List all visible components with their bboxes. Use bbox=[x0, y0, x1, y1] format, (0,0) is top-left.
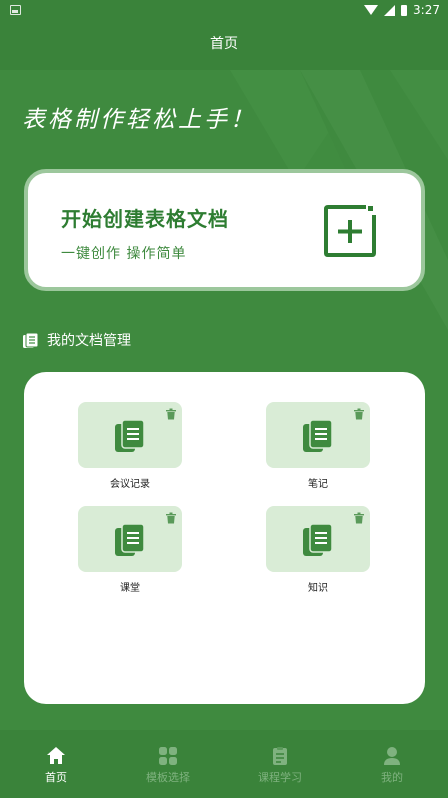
battery-icon bbox=[401, 4, 408, 16]
document-name: 知识 bbox=[308, 583, 328, 594]
document-item[interactable]: 笔记 bbox=[266, 402, 370, 490]
create-document-card[interactable]: 开始创建表格文档 一键创作 操作简单 bbox=[24, 169, 425, 291]
document-icon bbox=[303, 523, 333, 556]
tab-courses[interactable]: 课程学习 bbox=[224, 730, 336, 798]
signal-icon bbox=[384, 4, 396, 16]
wifi-icon bbox=[364, 5, 379, 15]
gallery-notification-icon bbox=[10, 5, 21, 15]
document-name: 课堂 bbox=[120, 583, 140, 594]
docs-section-title: 我的文档管理 bbox=[47, 333, 131, 349]
profile-icon bbox=[384, 747, 400, 765]
documents-panel: 会议记录 笔记 课堂 知识 bbox=[24, 372, 425, 704]
status-bar: 3:27 bbox=[0, 0, 448, 22]
clipboard-icon bbox=[273, 747, 287, 765]
document-item[interactable]: 知识 bbox=[266, 506, 370, 594]
document-tile[interactable] bbox=[266, 506, 370, 572]
delete-icon[interactable] bbox=[353, 408, 365, 420]
document-name: 会议记录 bbox=[110, 479, 150, 490]
template-grid-icon bbox=[159, 747, 177, 765]
home-icon bbox=[47, 747, 65, 764]
create-card-title: 开始创建表格文档 bbox=[61, 207, 229, 231]
tab-label: 课程学习 bbox=[258, 771, 302, 784]
page-title: 首页 bbox=[0, 22, 448, 70]
tab-home[interactable]: 首页 bbox=[0, 730, 112, 798]
document-tile[interactable] bbox=[78, 506, 182, 572]
document-item[interactable]: 会议记录 bbox=[78, 402, 182, 490]
tab-label: 我的 bbox=[381, 771, 403, 784]
docs-section-heading: 我的文档管理 bbox=[22, 330, 131, 350]
clock: 3:27 bbox=[413, 3, 440, 17]
document-name: 笔记 bbox=[308, 479, 328, 490]
tab-label: 模板选择 bbox=[146, 771, 190, 784]
document-icon bbox=[115, 523, 145, 556]
hero-slogan: 表格制作轻松上手！ bbox=[22, 107, 256, 133]
delete-icon[interactable] bbox=[165, 512, 177, 524]
bottom-tab-bar: 首页 模板选择 课程学习 我的 bbox=[0, 730, 448, 798]
document-list-icon bbox=[23, 332, 39, 348]
document-item[interactable]: 课堂 bbox=[78, 506, 182, 594]
delete-icon[interactable] bbox=[165, 408, 177, 420]
tab-profile[interactable]: 我的 bbox=[336, 730, 448, 798]
tab-templates[interactable]: 模板选择 bbox=[112, 730, 224, 798]
create-card-subtitle: 一键创作 操作简单 bbox=[61, 246, 187, 262]
document-tile[interactable] bbox=[266, 402, 370, 468]
delete-icon[interactable] bbox=[353, 512, 365, 524]
status-indicators: 3:27 bbox=[364, 3, 440, 17]
document-icon bbox=[303, 419, 333, 452]
document-icon bbox=[115, 419, 145, 452]
add-document-icon bbox=[324, 205, 376, 257]
tab-label: 首页 bbox=[45, 771, 67, 784]
document-tile[interactable] bbox=[78, 402, 182, 468]
